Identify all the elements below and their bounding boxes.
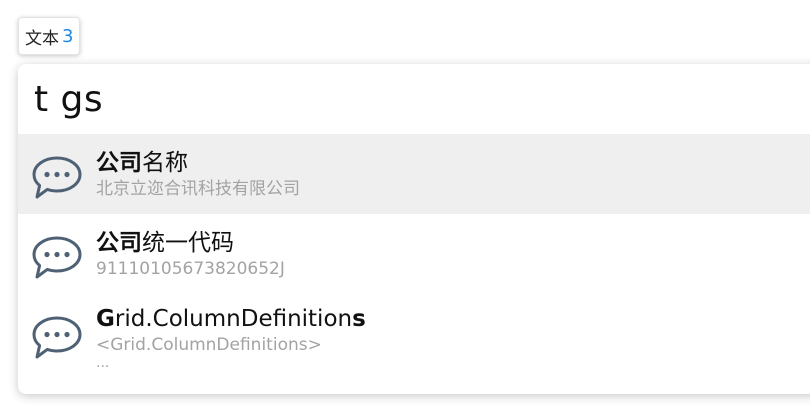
text-count-badge[interactable]: 文本 3: [18, 17, 81, 55]
result-title: 公司名称: [96, 148, 300, 178]
result-more-indicator: ...: [96, 355, 110, 371]
result-title: 公司统一代码: [96, 228, 285, 258]
result-title-match-start: G: [96, 306, 115, 332]
result-title: Grid.ColumnDefinitions: [96, 304, 366, 334]
badge-label: 文本: [25, 28, 59, 49]
result-title-rest: rid.ColumnDefinition: [114, 306, 353, 332]
result-title-rest: 名称: [142, 150, 188, 176]
result-title-match: 公司: [96, 150, 142, 176]
result-item[interactable]: Grid.ColumnDefinitions <Grid.ColumnDefin…: [18, 292, 810, 394]
chat-bubble-icon: [32, 236, 82, 279]
result-title-rest: 统一代码: [142, 230, 234, 256]
result-subtitle: 91110105673820652J: [96, 259, 285, 279]
launcher-window: 文本 3 t gs 公司名称 北京立迩合讯科技有限公司 公司统一代码 91110…: [0, 0, 810, 409]
result-item[interactable]: 公司统一代码 91110105673820652J: [18, 214, 810, 292]
result-title-match: 公司: [96, 230, 142, 256]
result-item[interactable]: 公司名称 北京立迩合讯科技有限公司: [18, 134, 810, 214]
chat-bubble-icon: [32, 316, 82, 359]
badge-count: 3: [62, 25, 74, 47]
chat-bubble-icon: [32, 156, 82, 199]
result-title-match-end: s: [352, 306, 366, 332]
search-panel: t gs 公司名称 北京立迩合讯科技有限公司 公司统一代码 9111010567…: [18, 64, 810, 394]
result-subtitle: <Grid.ColumnDefinitions>: [96, 335, 322, 355]
search-input[interactable]: t gs: [18, 64, 810, 134]
result-subtitle: 北京立迩合讯科技有限公司: [96, 179, 300, 199]
